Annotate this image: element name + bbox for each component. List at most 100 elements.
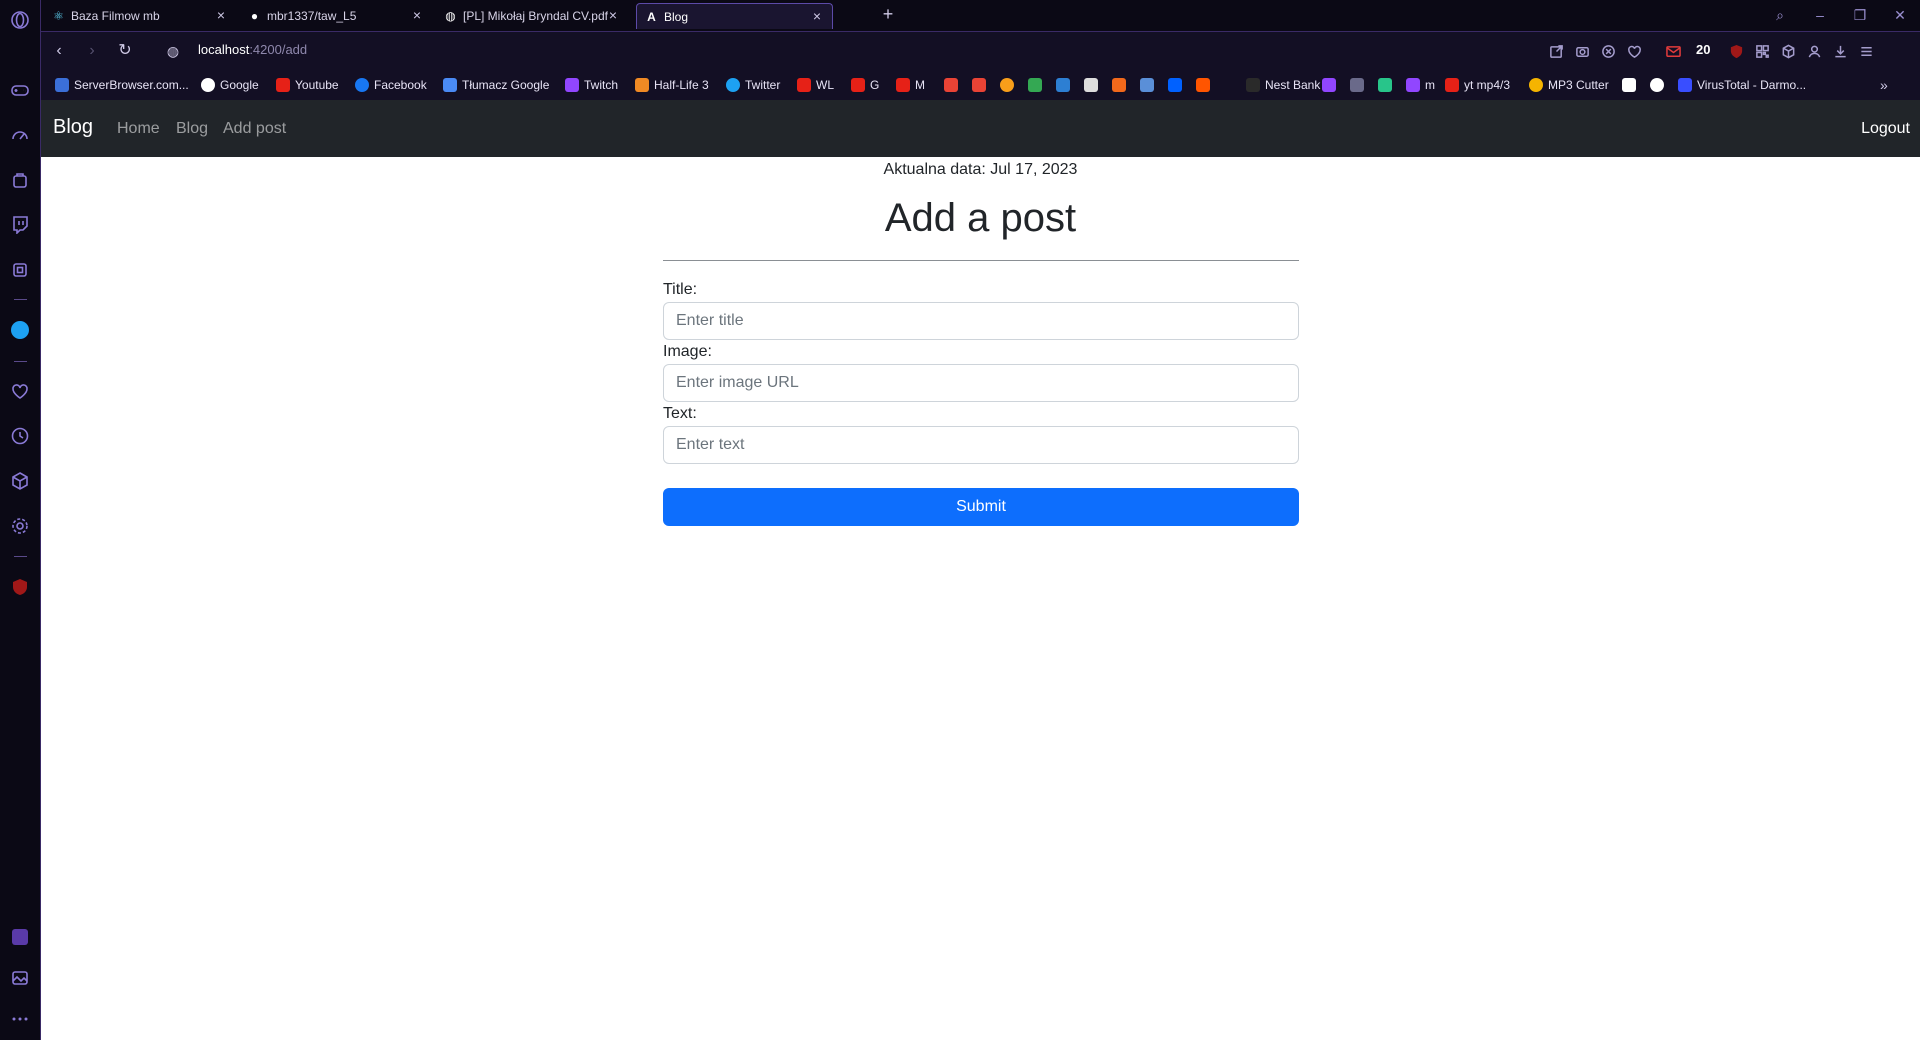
reload-icon[interactable]: ↻ bbox=[114, 40, 136, 62]
close-icon[interactable]: × bbox=[810, 9, 824, 23]
bookmark-google[interactable]: Google bbox=[201, 76, 259, 94]
tab-blog[interactable]: A Blog × bbox=[636, 3, 833, 29]
opera-logo-icon[interactable] bbox=[9, 9, 31, 31]
app-icon bbox=[1350, 78, 1364, 92]
text-input[interactable] bbox=[663, 426, 1299, 464]
easy-setup-menu-icon[interactable] bbox=[1857, 42, 1875, 60]
bookmark-facebook[interactable]: Facebook bbox=[355, 76, 427, 94]
camera-icon[interactable] bbox=[1573, 42, 1591, 60]
google-drive-icon bbox=[1028, 78, 1042, 92]
bookmark-app-3[interactable] bbox=[1140, 76, 1154, 94]
close-window-icon[interactable]: ✕ bbox=[1889, 4, 1911, 26]
logout-link[interactable]: Logout bbox=[1861, 120, 1910, 138]
image-gallery-icon[interactable] bbox=[9, 967, 31, 989]
bookmark-twitch-2[interactable] bbox=[1322, 76, 1336, 94]
bookmark-yt-mp4[interactable]: yt mp4/3 bbox=[1445, 76, 1510, 94]
sidebar-separator bbox=[14, 299, 27, 300]
bookmark-m[interactable]: M bbox=[896, 76, 925, 94]
bookmark-virustotal[interactable]: VirusTotal - Darmo... bbox=[1678, 76, 1806, 94]
nav-link-blog[interactable]: Blog bbox=[176, 120, 208, 138]
github-icon: ● bbox=[250, 9, 259, 23]
more-dots-icon[interactable] bbox=[9, 1008, 31, 1030]
site-info-globe-icon[interactable]: ◍ bbox=[162, 40, 184, 62]
bookmark-nest-bank[interactable]: Nest Bank bbox=[1246, 76, 1320, 94]
bookmark-gmail-1[interactable] bbox=[944, 76, 958, 94]
bookmark-overwatch[interactable] bbox=[1000, 76, 1014, 94]
twitter-icon[interactable] bbox=[9, 319, 31, 341]
tab-github[interactable]: ● mbr1337/taw_L5 × bbox=[240, 3, 432, 29]
minimize-icon[interactable]: – bbox=[1809, 4, 1831, 26]
bookmark-app-2[interactable] bbox=[1084, 76, 1098, 94]
bookmark-youtube[interactable]: Youtube bbox=[276, 76, 339, 94]
gmail-icon bbox=[944, 78, 958, 92]
bookmark-github[interactable] bbox=[1650, 76, 1664, 94]
more-bookmarks-icon[interactable]: » bbox=[1880, 76, 1888, 94]
bookmark-soundcloud[interactable] bbox=[1196, 76, 1210, 94]
bookmark-drive[interactable] bbox=[1028, 76, 1042, 94]
bookmark-app-1[interactable] bbox=[1056, 76, 1070, 94]
bookmark-half-life-3[interactable]: Half-Life 3 bbox=[635, 76, 709, 94]
bookmark-g[interactable]: G bbox=[851, 76, 879, 94]
profile-icon[interactable] bbox=[1805, 42, 1823, 60]
new-tab-button[interactable]: + bbox=[878, 3, 898, 25]
close-icon[interactable]: × bbox=[606, 8, 620, 22]
mail-checker-icon[interactable] bbox=[1664, 42, 1682, 60]
title-input[interactable] bbox=[663, 302, 1299, 340]
app-icon bbox=[1084, 78, 1098, 92]
back-icon[interactable]: ‹ bbox=[48, 40, 70, 62]
soundcloud-icon bbox=[1196, 78, 1210, 92]
heart-icon[interactable] bbox=[9, 380, 31, 402]
submit-button[interactable]: Submit bbox=[663, 488, 1299, 526]
cube-icon[interactable] bbox=[1779, 42, 1797, 60]
youtube-icon bbox=[896, 78, 910, 92]
qr-code-icon[interactable] bbox=[1753, 42, 1771, 60]
close-icon[interactable]: × bbox=[214, 8, 228, 22]
cube-icon[interactable] bbox=[9, 470, 31, 492]
tab-cv-pdf[interactable]: ◍ [PL] Mikołaj Bryndal CV.pdf × bbox=[436, 3, 628, 29]
nav-link-add-post[interactable]: Add post bbox=[223, 120, 286, 138]
tab-label: [PL] Mikołaj Bryndal CV.pdf bbox=[463, 9, 608, 23]
bookmark-app-4[interactable] bbox=[1350, 76, 1364, 94]
speedometer-icon[interactable] bbox=[9, 124, 31, 146]
url-field[interactable]: localhost:4200/add bbox=[198, 42, 307, 57]
close-icon[interactable]: × bbox=[410, 8, 424, 22]
ublock-icon[interactable] bbox=[1727, 42, 1745, 60]
settings-gear-icon[interactable] bbox=[9, 515, 31, 537]
bookmark-dropbox[interactable] bbox=[1168, 76, 1182, 94]
globe-icon: ◍ bbox=[445, 9, 456, 23]
bookmark-tlumacz-google[interactable]: Tłumacz Google bbox=[443, 76, 549, 94]
adblock-icon[interactable] bbox=[1599, 42, 1617, 60]
twitch-icon[interactable] bbox=[9, 213, 31, 235]
heart-icon[interactable] bbox=[1625, 42, 1643, 60]
bookmark-twitch[interactable]: Twitch bbox=[565, 76, 618, 94]
bookmark-fire[interactable] bbox=[1112, 76, 1126, 94]
nav-link-home[interactable]: Home bbox=[117, 120, 160, 138]
bookmark-serverbrowser[interactable]: ServerBrowser.com... bbox=[55, 76, 189, 94]
bookmark-twitch-m[interactable]: m bbox=[1406, 76, 1435, 94]
forward-icon[interactable]: › bbox=[81, 40, 103, 62]
virustotal-icon bbox=[1678, 78, 1692, 92]
bookmark-document[interactable] bbox=[1622, 76, 1636, 94]
bookmark-app-5[interactable] bbox=[1378, 76, 1392, 94]
restore-icon[interactable]: ❐ bbox=[1849, 4, 1871, 26]
ublock-icon[interactable] bbox=[9, 576, 31, 598]
search-icon[interactable]: ⌕ bbox=[1769, 4, 1791, 26]
tab-baza-filmow[interactable]: ⚛ Baza Filmow mb × bbox=[44, 3, 236, 29]
navbar-brand[interactable]: Blog bbox=[53, 116, 93, 139]
google-translate-icon bbox=[443, 78, 457, 92]
history-clock-icon[interactable] bbox=[9, 425, 31, 447]
bookmark-twitter[interactable]: Twitter bbox=[726, 76, 780, 94]
youtube-icon bbox=[276, 78, 290, 92]
bookmark-wl[interactable]: WL bbox=[797, 76, 834, 94]
aria-assistant-icon[interactable] bbox=[9, 926, 31, 948]
bag-icon[interactable] bbox=[9, 169, 31, 191]
gamepad-icon[interactable] bbox=[9, 79, 31, 101]
bookmark-gmail-2[interactable] bbox=[972, 76, 986, 94]
tab-strip: ⚛ Baza Filmow mb × ● mbr1337/taw_L5 × ◍ … bbox=[41, 0, 1920, 31]
download-icon[interactable] bbox=[1831, 42, 1849, 60]
bookmark-mp3-cutter[interactable]: MP3 Cutter bbox=[1529, 76, 1609, 94]
share-icon[interactable] bbox=[1547, 42, 1565, 60]
chip-icon[interactable] bbox=[9, 259, 31, 281]
document-icon bbox=[1622, 78, 1636, 92]
image-url-input[interactable] bbox=[663, 364, 1299, 402]
